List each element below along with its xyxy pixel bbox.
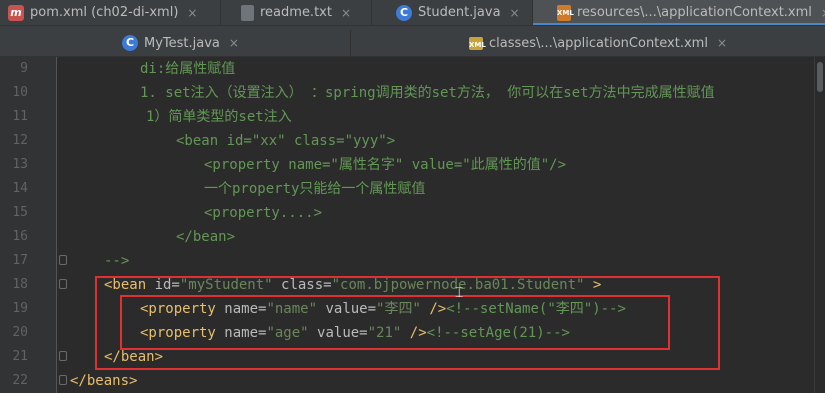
line-number: 11 <box>12 109 28 124</box>
tab-label: MyTest.java <box>144 35 220 51</box>
code-text: <property....> <box>204 205 323 221</box>
tab-readme[interactable]: readme.txt × <box>221 0 371 25</box>
inner-highlight-box <box>120 295 670 350</box>
close-icon[interactable]: × <box>341 6 351 20</box>
tab-resources-application-context[interactable]: XML resources\...\applicationContext.xml… <box>533 0 825 25</box>
code-text: --> <box>104 253 130 269</box>
code-line-15: 15 <property....> <box>0 201 825 225</box>
tab-student-java[interactable]: C Student.java × <box>372 0 532 25</box>
line-number: 20 <box>12 325 28 340</box>
scrollbar-thumb[interactable] <box>817 62 823 92</box>
close-icon[interactable]: × <box>229 36 239 50</box>
line-number: 14 <box>12 181 28 196</box>
code-line-14: 14 一个property只能给一个属性赋值 <box>0 177 825 201</box>
code-line-13: 13 <property name="属性名字" value="此属性的值"/> <box>0 153 825 177</box>
code-line-17: 17 --> <box>0 249 825 273</box>
line-number: 15 <box>12 205 28 220</box>
class-icon: C <box>122 35 138 51</box>
close-icon[interactable]: × <box>717 36 727 50</box>
line-number: 21 <box>12 349 28 364</box>
tab-label: readme.txt <box>260 5 332 20</box>
tab-label: Student.java <box>418 5 501 20</box>
code-line-9: 9 di:给属性赋值 <box>0 57 825 81</box>
tab-label: pom.xml (ch02-di-xml) <box>30 5 179 20</box>
tab-classes-application-context[interactable]: XML classes\...\applicationContext.xml × <box>351 30 825 56</box>
code-text: 1）简单类型的set注入 <box>146 109 292 125</box>
line-number: 19 <box>12 301 28 316</box>
resource-file-icon: XML <box>469 36 486 50</box>
fold-marker-icon[interactable] <box>59 255 67 265</box>
line-number: 9 <box>20 61 28 76</box>
editor-tab-bar-primary: m pom.xml (ch02-di-xml) × readme.txt × C… <box>0 0 825 26</box>
line-number: 12 <box>12 133 28 148</box>
code-text: </beans> <box>70 373 138 389</box>
code-text: <property name="属性名字" value="此属性的值"/> <box>204 157 567 173</box>
code-text: <bean id="xx" class="yyy"> <box>176 133 396 149</box>
code-line-12: 12 <bean id="xx" class="yyy"> <box>0 129 825 153</box>
fold-marker-icon[interactable] <box>59 351 67 361</box>
code-text: </bean> <box>176 229 236 245</box>
text-file-icon <box>241 4 254 21</box>
class-icon: C <box>396 4 412 21</box>
code-line-16: 16 </bean> <box>0 225 825 249</box>
close-icon[interactable]: × <box>510 6 520 20</box>
line-number: 13 <box>12 157 28 172</box>
close-icon[interactable]: × <box>187 6 197 20</box>
tab-mytest-java[interactable]: C MyTest.java × <box>0 30 350 56</box>
code-line-11: 11 1）简单类型的set注入 <box>0 105 825 129</box>
code-line-22: 22 </beans> <box>0 369 825 393</box>
line-number: 18 <box>12 277 28 292</box>
fold-marker-icon[interactable] <box>59 279 67 289</box>
tab-label: classes\...\applicationContext.xml <box>489 35 708 51</box>
code-text: 1. set注入（设置注入） ：spring调用类的set方法， 你可以在set… <box>140 85 715 101</box>
line-number: 10 <box>12 85 28 100</box>
code-text: 一个property只能给一个属性赋值 <box>204 181 426 197</box>
line-number: 17 <box>12 253 28 268</box>
fold-marker-icon[interactable] <box>59 375 67 385</box>
line-number: 22 <box>12 373 28 388</box>
close-icon[interactable]: × <box>821 6 825 20</box>
xml-file-icon: XML <box>557 4 574 21</box>
active-tab-indicator <box>533 23 825 25</box>
code-line-10: 10 1. set注入（设置注入） ：spring调用类的set方法， 你可以在… <box>0 81 825 105</box>
tab-label: resources\...\applicationContext.xml <box>577 5 812 20</box>
maven-m-icon: m <box>8 4 24 21</box>
line-number: 16 <box>12 229 28 244</box>
code-text: di:给属性赋值 <box>140 61 236 77</box>
tab-pom-xml[interactable]: m pom.xml (ch02-di-xml) × <box>0 0 220 25</box>
vertical-scrollbar[interactable] <box>814 57 825 393</box>
editor-tab-bar-secondary: C MyTest.java × XML classes\...\applicat… <box>0 30 825 57</box>
mouse-cursor-icon: ⌶ <box>455 285 464 301</box>
